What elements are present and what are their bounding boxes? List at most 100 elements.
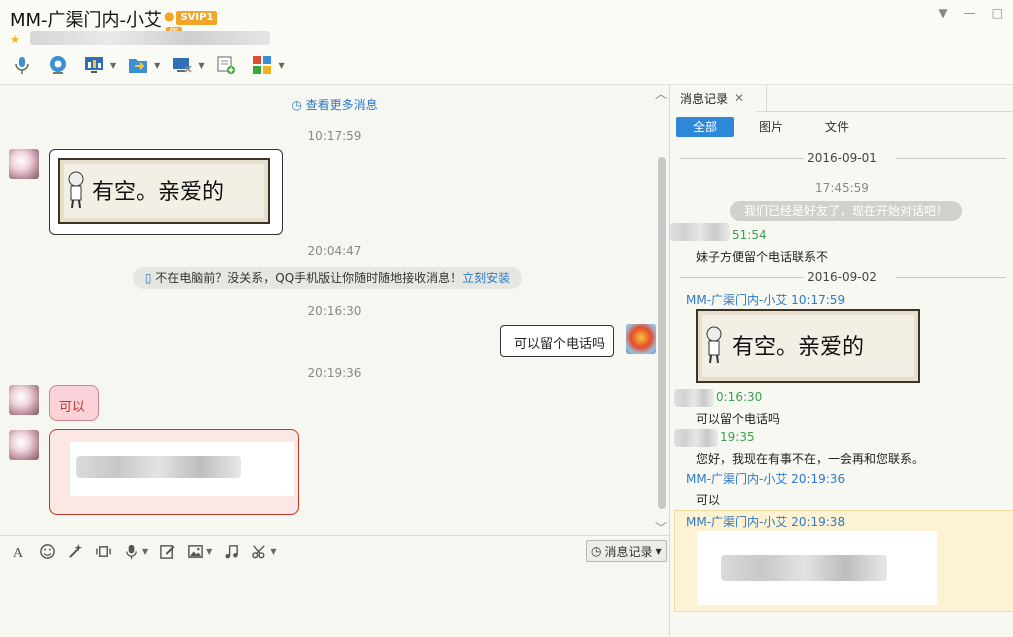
chevron-down-icon[interactable]: ▼ [154, 61, 160, 70]
timestamp: 20:16:30 [307, 304, 362, 318]
input-toolbar: A ▼ ▼ ▼ ◷ 消息记录 ▼ [0, 535, 669, 566]
contact-avatar[interactable] [9, 385, 39, 415]
svg-text:A: A [12, 545, 23, 560]
star-icon: ★ [10, 33, 20, 46]
scissors-icon [251, 544, 265, 558]
filter-files[interactable]: 文件 [808, 117, 866, 137]
outgoing-message[interactable]: 可以留个电话吗 [500, 325, 614, 357]
my-avatar[interactable] [626, 324, 656, 354]
minimize-icon[interactable]: — [964, 6, 976, 20]
message-input[interactable] [0, 566, 669, 637]
filter-images[interactable]: 图片 [742, 117, 800, 137]
history-sender: MM-广渠门内-小艾 20:19:38 [686, 515, 846, 529]
maximize-icon[interactable]: □ [992, 6, 1003, 20]
chevron-down-icon[interactable]: ▼ [142, 547, 148, 556]
message-history-button[interactable]: ◷ 消息记录 ▼ [586, 540, 667, 562]
install-link[interactable]: 立刻安装 [462, 271, 510, 285]
chat-toolbar: ▼ ▼ ▼ ▼ [8, 52, 285, 78]
date-divider: 2016-09-02 [670, 270, 1013, 284]
remote-desktop-button[interactable] [168, 52, 196, 78]
music-button[interactable] [222, 542, 240, 560]
history-panel: 消息记录 ✕ 全部 图片 文件 2016-09-01 17:45:59 我们已经… [669, 85, 1013, 637]
signature-blurred [30, 31, 270, 45]
sticker-caption: 有空。亲爱的 [732, 335, 865, 360]
microphone-icon [125, 544, 137, 559]
window-controls: ▼ — □ [938, 6, 1003, 20]
clock-icon: ◷ [291, 98, 302, 112]
contact-avatar[interactable] [9, 430, 39, 460]
sticker-image: 有空。亲爱的 [58, 158, 270, 224]
contact-avatar[interactable] [9, 149, 39, 179]
video-call-icon [50, 56, 66, 74]
timestamp: 10:17:59 [307, 129, 362, 143]
edit-icon [159, 544, 175, 559]
chevron-down-icon: ▼ [655, 546, 662, 556]
blurred-content [721, 555, 887, 581]
history-sticker[interactable]: 有空。亲爱的 [696, 309, 920, 383]
incoming-message[interactable]: 可以 [49, 385, 99, 421]
screenshot-button[interactable] [250, 542, 268, 560]
history-message: 可以 [696, 493, 721, 507]
date-divider: 2016-09-01 [670, 151, 1013, 165]
video-call-button[interactable] [44, 52, 72, 78]
close-icon[interactable]: ✕ [734, 91, 744, 105]
shake-icon [95, 545, 111, 557]
chevron-down-icon[interactable]: ▼ [206, 547, 212, 556]
screen-share-button[interactable] [80, 52, 108, 78]
more-messages-link[interactable]: ◷ 查看更多消息 [0, 96, 669, 113]
chevron-down-icon[interactable]: ▼ [278, 61, 284, 70]
phone-icon: ▯ [144, 271, 152, 285]
contact-name: MM-广渠门内-小艾 [10, 10, 163, 31]
font-button[interactable]: A [10, 542, 28, 560]
note-button[interactable] [158, 542, 176, 560]
timestamp: 20:19:36 [307, 366, 362, 380]
remote-desktop-icon [173, 58, 192, 73]
history-time: 0:16:30 [716, 390, 763, 404]
emoji-button[interactable] [38, 542, 56, 560]
font-icon: A [12, 545, 23, 560]
history-message: 您好，我现在有事不在，一会再和您联系。 [696, 452, 925, 466]
filter-all[interactable]: 全部 [676, 117, 734, 137]
scroll-down-icon[interactable]: ﹀ [655, 519, 667, 535]
tab-divider [756, 111, 1013, 112]
history-message: 妹子方便留个电话联系不 [696, 250, 829, 264]
chevron-down-icon[interactable]: ▼ [198, 61, 204, 70]
magic-wand-icon [68, 543, 82, 558]
microphone-icon [15, 57, 29, 74]
history-sender: MM-广渠门内-小艾 10:17:59 [686, 293, 846, 307]
sticker-message[interactable]: 有空。亲爱的 [49, 149, 283, 235]
image-button[interactable] [186, 542, 204, 560]
image-thumbnail [70, 442, 294, 496]
dropdown-icon[interactable]: ▼ [938, 6, 947, 20]
selected-history-entry[interactable]: MM-广渠门内-小艾 20:19:38 [674, 510, 1013, 612]
apps-icon [253, 56, 272, 74]
incoming-image-message[interactable] [49, 429, 299, 515]
image-icon [187, 544, 203, 558]
vip-badge[interactable]: ●SVIP1年 [164, 9, 234, 41]
system-message: 我们已经是好友了，现在开始对话吧！ [730, 201, 962, 221]
screen-share-icon [85, 57, 103, 73]
apps-button[interactable] [248, 52, 276, 78]
chevron-down-icon[interactable]: ▼ [110, 61, 116, 70]
magic-button[interactable] [66, 542, 84, 560]
music-note-icon [225, 544, 238, 558]
voice-message-button[interactable] [122, 542, 140, 560]
blurred-content [76, 456, 241, 478]
window-shake-button[interactable] [94, 542, 112, 560]
scrollbar[interactable] [658, 157, 666, 509]
voice-call-button[interactable] [8, 52, 36, 78]
chibi-character-icon [706, 326, 722, 364]
chibi-character-icon [68, 171, 84, 209]
input-tools: A ▼ ▼ ▼ [10, 542, 276, 560]
blurred-sender [670, 223, 730, 241]
svip-label: SVIP1 [176, 11, 218, 25]
chevron-down-icon[interactable]: ▼ [270, 547, 276, 556]
timestamp: 20:04:47 [307, 244, 362, 258]
tab-message-history[interactable]: 消息记录 ✕ [670, 85, 767, 111]
message-text: 可以 [59, 400, 86, 415]
history-message: 可以留个电话吗 [696, 412, 781, 426]
chat-messages[interactable]: ◷ 查看更多消息 10:17:59 有空。亲爱的 20:04:47 ▯ 不在电脑… [0, 85, 669, 535]
file-transfer-button[interactable] [124, 52, 152, 78]
new-message-button[interactable] [212, 52, 240, 78]
scroll-up-icon[interactable]: ︿ [655, 85, 667, 102]
